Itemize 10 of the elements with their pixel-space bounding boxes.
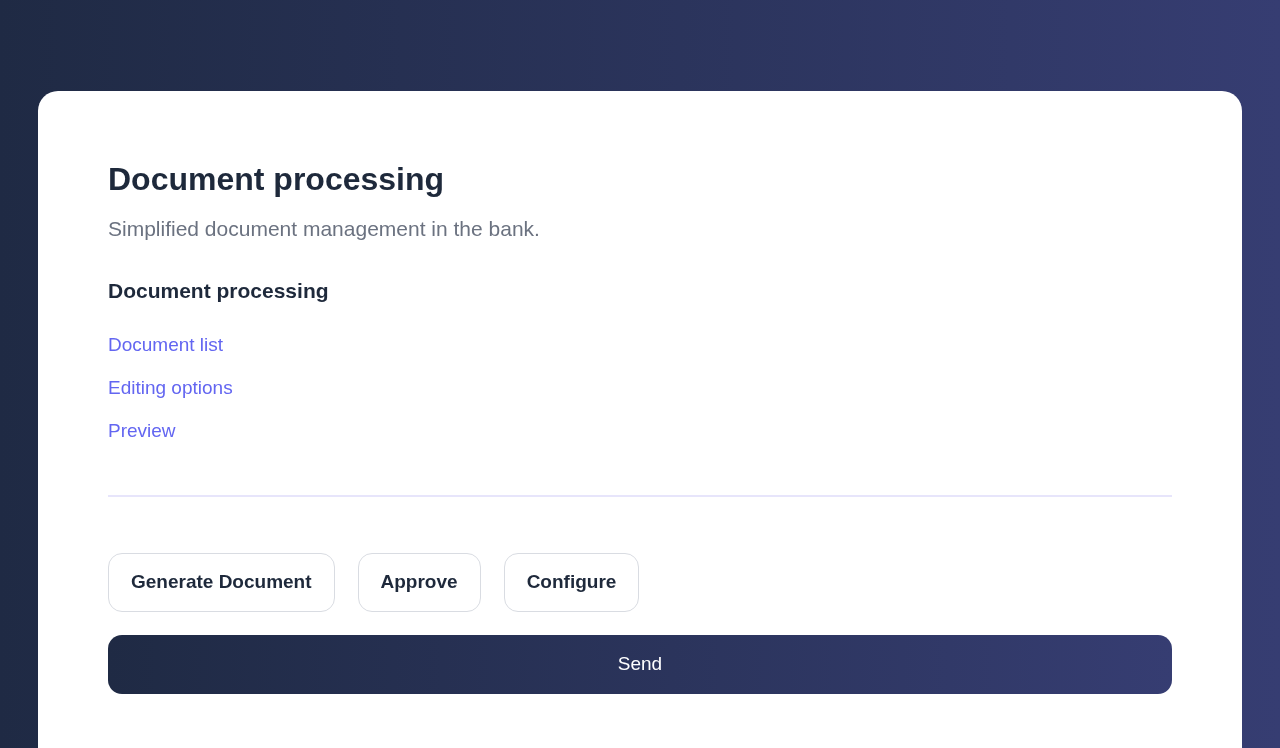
page-title: Document processing — [108, 160, 446, 199]
send-button[interactable]: Send — [108, 635, 1172, 694]
section-heading: Document processing — [108, 278, 330, 304]
action-button[interactable]: Generate Document — [108, 553, 335, 612]
action-button[interactable]: Approve — [357, 553, 481, 612]
action-button[interactable]: Configure — [503, 553, 640, 612]
nav-link[interactable]: Document list — [108, 329, 224, 361]
nav-link[interactable]: Preview — [108, 415, 176, 447]
nav-link[interactable]: Editing options — [108, 372, 233, 404]
page-subtitle: Simplified document management in the bank. — [108, 216, 541, 242]
